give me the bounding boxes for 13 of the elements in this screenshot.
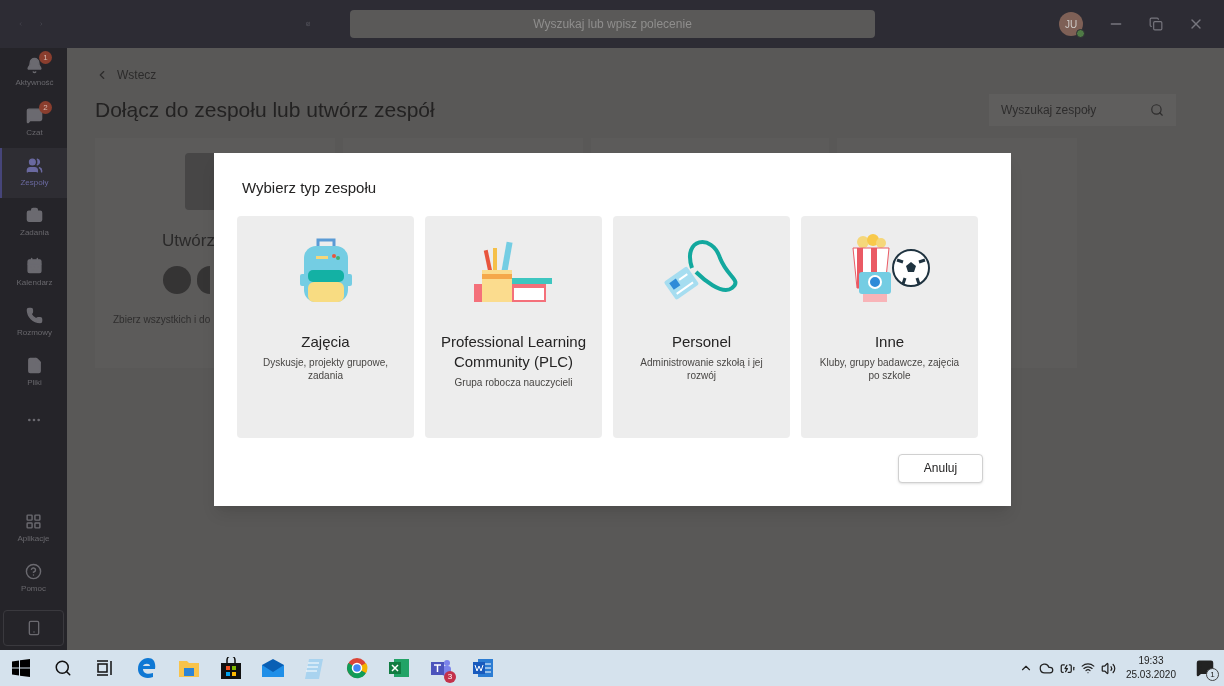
option-description: Dyskusje, projekty grupowe, zadania xyxy=(261,355,390,382)
notification-badge: 3 xyxy=(444,671,456,683)
option-description: Grupa robocza nauczycieli xyxy=(453,375,574,389)
option-title: Professional Learning Community (PLC) xyxy=(439,331,588,372)
option-title: Personel xyxy=(671,331,732,352)
option-description: Kluby, grupy badawcze, zajęcia po szkole xyxy=(818,355,961,382)
option-title: Zajęcia xyxy=(301,331,350,352)
dialog-title: Wybierz typ zespołu xyxy=(242,178,378,198)
notification-badge: 1 xyxy=(1206,668,1219,681)
notification-badge: 1 xyxy=(39,51,52,64)
option-title: Inne xyxy=(874,331,905,352)
notification-badge: 2 xyxy=(39,101,52,114)
option-description: Administrowanie szkołą i jej rozwój xyxy=(639,355,764,382)
